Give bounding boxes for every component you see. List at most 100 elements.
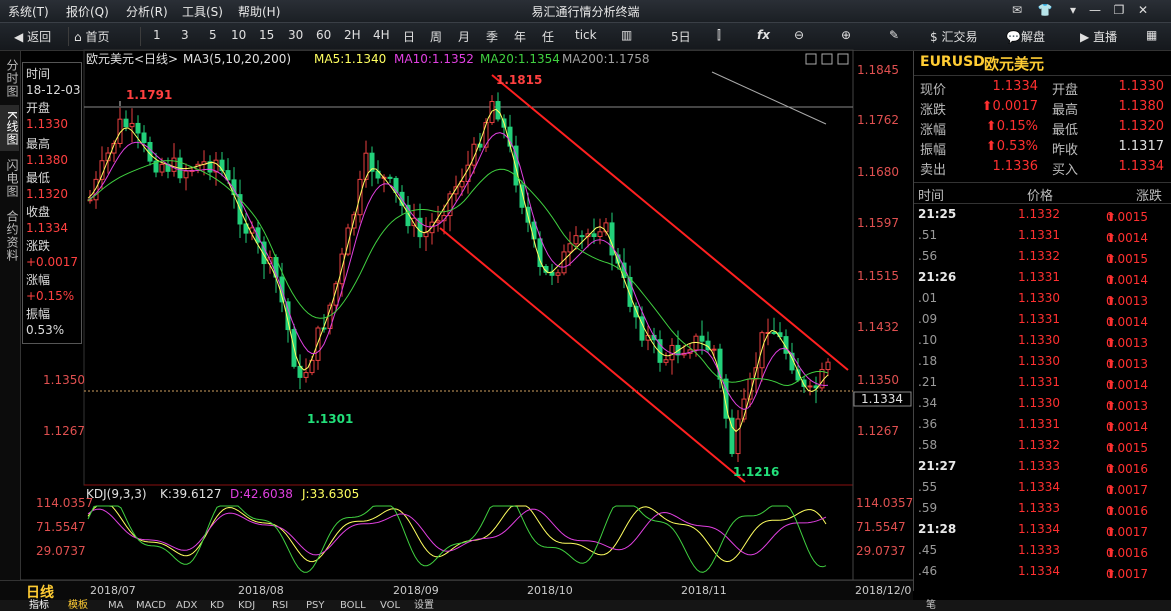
quote-row: 涨跌 ⬆0.0017 最高 1.1380 [914,98,1171,118]
mail-icon[interactable]: ✉ [1008,2,1026,19]
tick-row[interactable]: .10 1.1330 0.0013 ⬆ [914,330,1170,351]
candle-body [591,233,597,238]
maximize-icon[interactable]: ❐ [1110,2,1128,19]
tab-macd[interactable]: MACD [136,600,166,611]
tick-row[interactable]: 21:28 1.1334 0.0017 ⬆ [914,519,1170,540]
month-label: 2018/09 [393,584,439,597]
candle-body [537,238,543,268]
candle-body [315,327,321,361]
tick-row[interactable]: .21 1.1331 0.0014 ⬆ [914,372,1170,393]
month-label: 2018/12/0 [855,584,912,597]
up-arrow-icon: ⬆ [1106,315,1117,329]
tick-row[interactable]: .55 1.1334 0.0017 ⬆ [914,477,1170,498]
chart-close-icon[interactable] [837,53,849,65]
unlock-button[interactable]: 💬解盘 [1006,28,1045,45]
tab-rsi[interactable]: RSI [272,600,288,611]
menu-arrow-icon[interactable]: ▾ [1064,2,1082,19]
symbol-code: EURUSD [920,54,985,70]
candle-body [579,235,585,238]
quote-value: 1.1334 [1118,159,1165,174]
left-axis-tick-2: 1.1267 [43,424,85,438]
month-label: 2018/11 [681,584,727,597]
up-arrow-icon: ⬆ [1106,462,1117,476]
tick-row[interactable]: .18 1.1330 0.0013 ⬆ [914,351,1170,372]
info-change-label: 涨跌 [26,239,51,253]
tick-time: .10 [918,333,938,347]
up-arrow-icon: ⬆ [1106,210,1117,224]
minimize-icon[interactable]: — [1086,2,1104,19]
info-low-label: 最低 [26,171,51,185]
tick-time: .51 [918,228,938,242]
trade-button[interactable]: $ 汇交易 [930,28,977,45]
tick-time: .36 [918,417,938,431]
video-icon: ▶ [1080,30,1090,44]
quote-value: ⬆0.0017 [974,99,1038,114]
up-arrow-icon: ⬆ [1106,546,1117,560]
tab-psy[interactable]: PSY [306,600,325,611]
shirt-icon[interactable]: 👕 [1036,2,1054,19]
tab-vol[interactable]: VOL [380,600,400,611]
quote-label: 涨幅 [920,123,947,138]
annotation-low-2: 1.1216 [733,465,779,479]
candle-body [609,222,615,256]
ma20-value: MA20:1.1354 [480,52,560,66]
ma-line [87,108,829,433]
tick-row[interactable]: 21:27 1.1333 0.0016 ⬆ [914,456,1170,477]
tab-kdj[interactable]: KDJ [238,600,255,611]
tab-boll[interactable]: BOLL [340,600,366,611]
close-icon[interactable]: ✕ [1134,2,1152,19]
tick-row[interactable]: .45 1.1333 0.0016 ⬆ [914,540,1170,561]
kdj-right-tick-1: 114.0357 [856,496,913,510]
period-label[interactable]: 日线 [26,582,54,602]
tick-row[interactable]: 21:26 1.1331 0.0014 ⬆ [914,267,1170,288]
tick-row[interactable]: .46 1.1334 0.0017 ⬆ [914,561,1170,582]
up-arrow-icon: ⬆ [1106,525,1117,539]
ma-setting-label: MA3(5,10,20,200) [183,52,291,66]
dollar-icon: $ [930,30,938,44]
price-axis: 1.1845 1.1762 1.1680 1.1597 1.1515 1.1432 1.13… [857,63,899,438]
chart-canvas[interactable]: 1.1791 1.1815 1.1301 1.1216 欧元美元<日线> MA3… [0,0,913,600]
tick-row[interactable]: .01 1.1330 0.0013 ⬆ [914,288,1170,309]
candle-body [561,251,567,274]
candle-body [771,331,777,334]
tick-row[interactable]: .51 1.1331 0.0014 ⬆ [914,225,1170,246]
up-arrow-icon: ⬆ [1106,252,1117,266]
tab-settings[interactable]: 设置 [414,600,434,611]
tab-pen[interactable]: 笔 [926,600,936,611]
tab-kd[interactable]: KD [210,600,224,611]
quote-value-text: 0.53% [996,139,1038,154]
tick-row[interactable]: .34 1.1330 0.0013 ⬆ [914,393,1170,414]
live-button[interactable]: ▶ 直播 [1080,28,1117,45]
tick-price: 1.1331 [1018,270,1060,284]
channel-upper-line[interactable] [491,74,849,371]
ma5-value: MA5:1.1340 [314,52,386,66]
chart-settings-icon[interactable] [805,53,817,65]
ma200-line [711,71,827,125]
tick-time: 21:25 [918,207,957,221]
up-arrow-icon: ⬆ [1106,273,1117,287]
quote-label: 买入 [1052,163,1079,178]
tick-price: 1.1330 [1018,354,1060,368]
quote-label: 振幅 [920,143,947,158]
tick-time: .45 [918,543,938,557]
tick-row[interactable]: .09 1.1331 0.0014 ⬆ [914,309,1170,330]
tab-template[interactable]: 模板 [68,600,88,611]
tick-row[interactable]: .36 1.1331 0.0014 ⬆ [914,414,1170,435]
tab-adx[interactable]: ADX [176,600,197,611]
up-arrow-icon: ⬆ [1106,399,1117,413]
tick-row[interactable]: .56 1.1332 0.0015 ⬆ [914,246,1170,267]
tick-time: .55 [918,480,938,494]
tab-indicator[interactable]: 指标 [29,600,49,611]
channel-lower-line[interactable] [439,227,746,483]
quote-value: ⬆0.15% [974,119,1038,134]
annotation-high-1: 1.1791 [126,88,172,102]
tick-row[interactable]: .59 1.1333 0.0016 ⬆ [914,498,1170,519]
tab-ma[interactable]: MA [108,600,123,611]
layout-icon[interactable]: ▦ [1146,28,1157,42]
chart-window-icon[interactable] [821,53,833,65]
candle-body [597,231,603,238]
quote-row: 振幅 ⬆0.53% 昨收 1.1317 [914,138,1171,158]
tick-row[interactable]: .58 1.1332 0.0015 ⬆ [914,435,1170,456]
tick-row[interactable]: 21:25 1.1332 0.0015 ⬆ [914,204,1170,225]
quote-value-text: 1.1336 [992,159,1039,174]
